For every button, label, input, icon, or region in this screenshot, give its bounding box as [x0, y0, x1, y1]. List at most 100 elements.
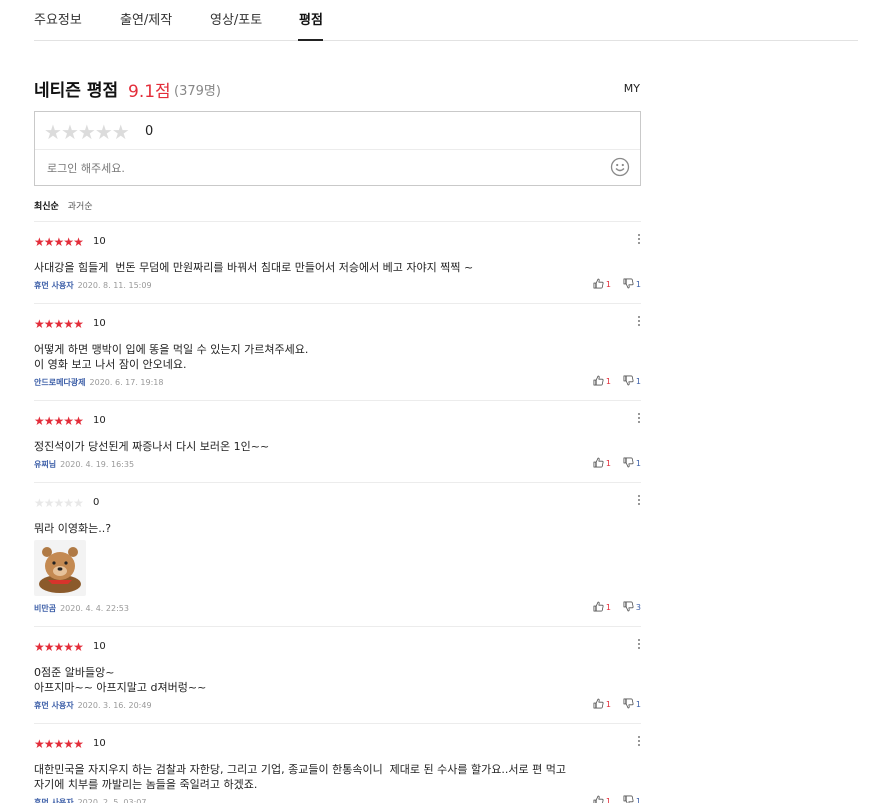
sort-latest[interactable]: 최신순 — [34, 202, 59, 212]
review-text: 정진석이가 당선된게 짜증나서 다시 보러온 1인~~ — [34, 440, 270, 453]
review-author[interactable]: 휴먼 사용자 — [34, 798, 74, 803]
review-item: ★★★★★ 10 0점준 알바들앙~ 아프지마~~ 아프지말고 d져버렁~~ 휴먼 사… — [34, 627, 641, 724]
review-meta: 휴먼 사용자 2020. 2. 5. 03:07 — [34, 797, 146, 803]
review-stars: ★★★★★ — [34, 414, 84, 428]
star-icon: ★ — [73, 496, 84, 510]
star-icon: ★ — [73, 235, 84, 249]
review-author[interactable]: 안드로메다광제 — [34, 378, 86, 387]
more-options-icon[interactable] — [637, 234, 641, 246]
dislike-count: 1 — [635, 459, 641, 468]
tab-cast-crew[interactable]: 출연/제작 — [120, 9, 172, 28]
star-icon: ★ — [43, 317, 55, 331]
review-votes: 13 — [581, 601, 641, 612]
thumbs-up-icon — [593, 457, 604, 468]
thumbs-up-icon — [593, 375, 604, 386]
review-author[interactable]: 비만곰 — [34, 604, 56, 613]
star-icon: ★ — [43, 737, 55, 751]
star-icon: ★ — [53, 496, 65, 510]
like-button[interactable]: 1 — [593, 457, 611, 468]
star-icon: ★ — [34, 640, 45, 654]
star-icon[interactable]: ★ — [61, 120, 79, 144]
smiley-face-icon[interactable] — [610, 157, 630, 177]
rating-score: 9.1점 — [128, 82, 171, 102]
thumbs-up-icon — [593, 278, 604, 289]
more-options-icon[interactable] — [637, 316, 641, 328]
like-count: 1 — [605, 603, 611, 612]
star-icon: ★ — [53, 737, 65, 751]
review-author[interactable]: 휴먼 사용자 — [34, 281, 74, 290]
star-icon: ★ — [63, 317, 74, 331]
review-votes: 11 — [581, 375, 641, 386]
review-text: 대한민국을 자지우지 하는 검찰과 자한당, 그리고 기업, 종교들이 한통속이… — [34, 763, 566, 791]
review-text: 사대강을 힘들게 번돈 무덤에 만원짜리를 바꿔서 침대로 만들어서 저승에서 … — [34, 261, 474, 274]
review-author[interactable]: 유찌님 — [34, 460, 56, 469]
dislike-button[interactable]: 1 — [623, 698, 641, 709]
like-button[interactable]: 1 — [593, 601, 611, 612]
star-icon: ★ — [53, 640, 65, 654]
sort-oldest[interactable]: 과거순 — [68, 202, 93, 212]
tab-main-info[interactable]: 주요정보 — [34, 9, 82, 28]
dislike-button[interactable]: 1 — [623, 457, 641, 468]
star-icon[interactable]: ★ — [44, 120, 62, 144]
star-icon: ★ — [43, 496, 55, 510]
like-button[interactable]: 1 — [593, 278, 611, 289]
review-votes: 11 — [581, 457, 641, 468]
star-icon[interactable]: ★ — [78, 120, 96, 144]
star-icon: ★ — [53, 317, 65, 331]
review-votes: 11 — [581, 278, 641, 289]
review-score: 0 — [93, 497, 100, 508]
review-meta: 안드로메다광제 2020. 6. 17. 19:18 — [34, 377, 163, 388]
more-options-icon[interactable] — [637, 495, 641, 507]
my-rating-link[interactable]: MY — [624, 82, 640, 95]
star-icon[interactable]: ★ — [95, 120, 113, 144]
review-score: 10 — [93, 318, 106, 329]
bear-sticker-image — [34, 540, 86, 596]
review-stars: ★★★★★ — [34, 235, 84, 249]
dislike-count: 3 — [635, 603, 641, 612]
star-icon: ★ — [34, 317, 45, 331]
like-count: 1 — [605, 377, 611, 386]
star-icon: ★ — [73, 414, 84, 428]
more-options-icon[interactable] — [637, 639, 641, 651]
star-icon: ★ — [63, 414, 74, 428]
review-text: 어떻게 하면 맹박이 입에 똥을 먹일 수 있는지 가르쳐주세요. 이 영화 보… — [34, 343, 309, 371]
star-icon: ★ — [73, 737, 84, 751]
thumbs-down-icon — [623, 278, 634, 289]
review-text: 뭐라 이영화는..? — [34, 522, 112, 535]
thumbs-up-icon — [593, 795, 604, 803]
review-stars: ★★★★★ — [34, 737, 84, 751]
like-button[interactable]: 1 — [593, 375, 611, 386]
review-date: 2020. 4. 19. 16:35 — [60, 460, 135, 469]
star-rating-row: ★★★★★ 0 — [35, 112, 640, 150]
dislike-button[interactable]: 3 — [623, 601, 641, 612]
thumbs-down-icon — [623, 601, 634, 612]
review-author[interactable]: 휴먼 사용자 — [34, 701, 74, 710]
like-button[interactable]: 1 — [593, 698, 611, 709]
active-tab-indicator — [298, 39, 323, 41]
like-button[interactable]: 1 — [593, 795, 611, 803]
review-item: ★★★★★ 10 대한민국을 자지우지 하는 검찰과 자한당, 그리고 기업, 종교… — [34, 724, 641, 803]
dislike-button[interactable]: 1 — [623, 795, 641, 803]
tab-video-photo[interactable]: 영상/포토 — [210, 9, 262, 28]
review-score: 10 — [93, 236, 106, 247]
review-item: ★★★★★ 10 어떻게 하면 맹박이 입에 똥을 먹일 수 있는지 가르쳐주세요.… — [34, 304, 641, 401]
tab-ratings[interactable]: 평점 — [299, 9, 323, 28]
star-icon[interactable]: ★ — [112, 120, 130, 144]
review-date: 2020. 4. 4. 22:53 — [60, 604, 129, 613]
review-date: 2020. 8. 11. 15:09 — [77, 281, 152, 290]
dislike-button[interactable]: 1 — [623, 375, 641, 386]
more-options-icon[interactable] — [637, 413, 641, 425]
tab-bar: 주요정보 출연/제작 영상/포토 평점 — [34, 0, 858, 41]
rating-input-box: ★★★★★ 0 로그인 해주세요. — [34, 111, 641, 186]
thumbs-down-icon — [623, 457, 634, 468]
like-count: 1 — [605, 280, 611, 289]
more-options-icon[interactable] — [637, 736, 641, 748]
review-date: 2020. 6. 17. 19:18 — [89, 378, 164, 387]
like-count: 1 — [605, 700, 611, 709]
dislike-count: 1 — [635, 377, 641, 386]
dislike-button[interactable]: 1 — [623, 278, 641, 289]
comment-input[interactable]: 로그인 해주세요. — [47, 160, 125, 176]
star-icon: ★ — [53, 414, 65, 428]
review-item: ★★★★★ 10 정진석이가 당선된게 짜증나서 다시 보러온 1인~~ 유찌님 202… — [34, 401, 641, 483]
review-stars: ★★★★★ — [34, 496, 84, 510]
